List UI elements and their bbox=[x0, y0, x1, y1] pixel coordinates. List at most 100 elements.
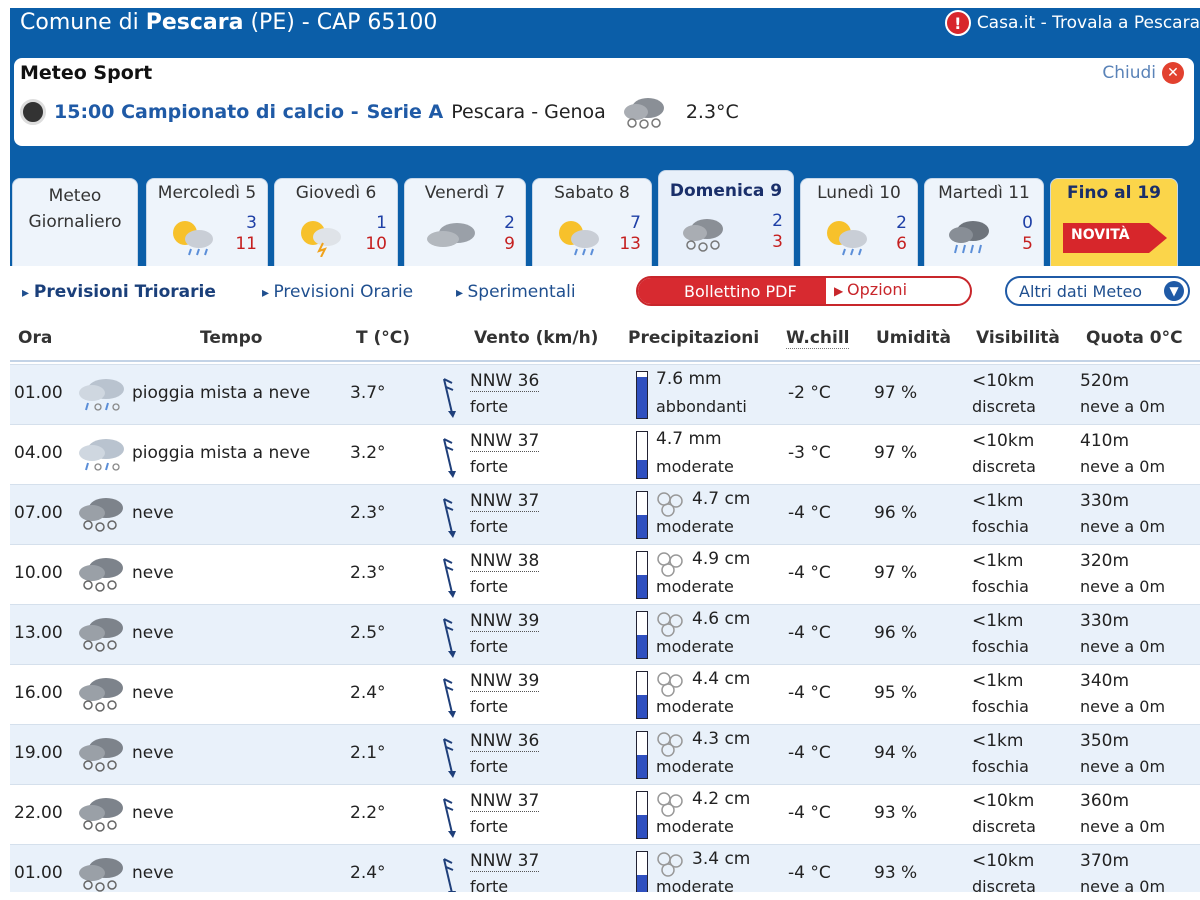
row-ora: 07.00 bbox=[14, 503, 63, 523]
table-row: 01.00 pioggia mista a neve 3.7° NNW 36 f… bbox=[10, 364, 1200, 424]
title-prefix: Comune di bbox=[20, 10, 146, 35]
row-vento-direzione[interactable]: NNW 37 bbox=[470, 491, 540, 512]
tab-max-temp: 6 bbox=[896, 234, 907, 254]
row-umidita: 96 % bbox=[874, 623, 918, 643]
match-teams: Pescara - Genoa bbox=[451, 101, 606, 123]
tab-min-temp: 3 bbox=[246, 213, 257, 233]
row-temperatura: 2.5° bbox=[350, 623, 386, 643]
col-umidita: Umidità bbox=[876, 328, 951, 348]
close-button[interactable]: Chiudi ✕ bbox=[1102, 62, 1184, 84]
row-quota-zero: 340m bbox=[1080, 671, 1130, 691]
link-sperimentali[interactable]: Sperimentali bbox=[456, 282, 575, 302]
row-temperatura: 2.4° bbox=[350, 863, 386, 883]
row-temperatura: 2.2° bbox=[350, 803, 386, 823]
table-row: 10.00 neve 2.3° NNW 38 forte 4.9 cm mode… bbox=[10, 544, 1200, 604]
day-tabs: Meteo Giornaliero Mercoledì 5 3 11 Gioved… bbox=[12, 170, 1200, 266]
table-header: Ora Tempo T (°C) Vento (km/h) Precipitaz… bbox=[10, 318, 1200, 362]
tab-min-temp: 7 bbox=[630, 213, 641, 233]
tab-temps: 23 bbox=[772, 211, 783, 253]
row-vento-direzione[interactable]: NNW 36 bbox=[470, 731, 540, 752]
row-vento-direzione[interactable]: NNW 38 bbox=[470, 551, 540, 572]
snowflake-icon bbox=[657, 552, 683, 577]
row-vento-forza: forte bbox=[470, 517, 509, 536]
tab-venerdi[interactable]: Venerdì 7 29 bbox=[404, 178, 526, 266]
novita-label: NOVITÀ bbox=[1071, 227, 1130, 243]
table-row: 01.00 neve 2.4° NNW 37 forte 3.4 cm mode… bbox=[10, 844, 1200, 892]
col-ora: Ora bbox=[18, 328, 53, 348]
tab-lunedi[interactable]: Lunedì 10 26 bbox=[800, 178, 918, 266]
tab-temps: 05 bbox=[1022, 213, 1033, 255]
tab-fino-al-19[interactable]: Fino al 19 NOVITÀ bbox=[1050, 178, 1178, 266]
snow-cloud-icon bbox=[79, 618, 123, 652]
table-row: 07.00 neve 2.3° NNW 37 forte 4.7 cm mode… bbox=[10, 484, 1200, 544]
row-vento-direzione[interactable]: NNW 39 bbox=[470, 611, 540, 632]
casa-link[interactable]: ! Casa.it - Trovala a Pescara bbox=[944, 10, 1200, 36]
wind-arrow-icon bbox=[443, 378, 456, 418]
row-tempo: neve bbox=[132, 803, 174, 823]
snow-cloud-icon bbox=[79, 558, 123, 592]
row-umidita: 97 % bbox=[874, 443, 918, 463]
snow-cloud-icon bbox=[79, 678, 123, 712]
row-vento-forza: forte bbox=[470, 817, 509, 836]
table-row: 04.00 pioggia mista a neve 3.2° NNW 37 f… bbox=[10, 424, 1200, 484]
col-precipitazioni: Precipitazioni bbox=[628, 328, 760, 348]
row-precipitazioni: 4.4 cm bbox=[692, 669, 751, 689]
row-visibilita-desc: foschia bbox=[972, 517, 1029, 536]
row-quota-zero: 330m bbox=[1080, 611, 1130, 631]
header: Comune di Pescara (PE) - CAP 65100 ! Cas… bbox=[10, 8, 1200, 54]
row-visibilita: <10km bbox=[972, 791, 1035, 811]
row-visibilita-desc: discreta bbox=[972, 397, 1036, 416]
row-temperatura: 2.1° bbox=[350, 743, 386, 763]
row-precip-intensita: moderate bbox=[656, 577, 734, 596]
tab-giovedi[interactable]: Giovedì 6 1 10 bbox=[274, 178, 398, 266]
close-label: Chiudi bbox=[1102, 63, 1156, 83]
link-previsioni-triorarie[interactable]: Previsioni Triorarie bbox=[22, 282, 216, 302]
row-vento-direzione[interactable]: NNW 37 bbox=[470, 431, 540, 452]
row-vento-direzione[interactable]: NNW 37 bbox=[470, 791, 540, 812]
tab-max-temp: 10 bbox=[365, 234, 387, 254]
tab-mercoledi[interactable]: Mercoledì 5 3 11 bbox=[146, 178, 268, 266]
snow-cloud-icon bbox=[79, 498, 123, 532]
tab-martedi[interactable]: Martedì 11 05 bbox=[924, 178, 1044, 266]
row-tempo: neve bbox=[132, 563, 174, 583]
row-quota-neve: neve a 0m bbox=[1080, 517, 1166, 536]
row-vento-forza: forte bbox=[470, 577, 509, 596]
row-vento-direzione[interactable]: NNW 37 bbox=[470, 851, 540, 872]
bollettino-pdf-button[interactable]: Bollettino PDF bbox=[638, 278, 826, 304]
row-visibilita: <10km bbox=[972, 851, 1035, 871]
match-info[interactable]: 15:00 Campionato di calcio - Serie A Pes… bbox=[20, 94, 739, 130]
row-quota-zero: 410m bbox=[1080, 431, 1130, 451]
precip-bar bbox=[636, 791, 648, 839]
row-tempo: neve bbox=[132, 623, 174, 643]
row-ora: 04.00 bbox=[14, 443, 63, 463]
row-quota-zero: 350m bbox=[1080, 731, 1130, 751]
tab-meteo-giornaliero[interactable]: Meteo Giornaliero bbox=[12, 178, 138, 266]
row-precip-intensita: moderate bbox=[656, 817, 734, 836]
tab-max-temp: 13 bbox=[619, 234, 641, 254]
row-visibilita-desc: foschia bbox=[972, 637, 1029, 656]
opzioni-button[interactable]: Opzioni bbox=[834, 280, 907, 299]
row-vento-direzione[interactable]: NNW 36 bbox=[470, 371, 540, 392]
row-visibilita: <1km bbox=[972, 491, 1024, 511]
row-vento-forza: forte bbox=[470, 697, 509, 716]
row-wind-chill: -4 °C bbox=[788, 743, 831, 763]
link-previsioni-orarie[interactable]: Previsioni Orarie bbox=[262, 282, 413, 302]
tab-sabato[interactable]: Sabato 8 7 13 bbox=[532, 178, 652, 266]
wind-arrow-icon bbox=[443, 678, 456, 718]
row-umidita: 93 % bbox=[874, 863, 918, 883]
row-precipitazioni: 7.6 mm bbox=[656, 369, 722, 389]
tab-domenica[interactable]: Domenica 9 23 bbox=[658, 170, 794, 266]
row-vento-direzione[interactable]: NNW 39 bbox=[470, 671, 540, 692]
row-quota-zero: 520m bbox=[1080, 371, 1130, 391]
row-precip-intensita: moderate bbox=[656, 517, 734, 536]
row-umidita: 95 % bbox=[874, 683, 918, 703]
altri-dati-button[interactable]: Altri dati Meteo ▼ bbox=[1005, 276, 1190, 306]
tab-temps: 7 13 bbox=[619, 213, 641, 255]
close-icon: ✕ bbox=[1162, 62, 1184, 84]
match-temp: 2.3°C bbox=[685, 101, 739, 123]
row-visibilita: <10km bbox=[972, 431, 1035, 451]
table-row: 13.00 neve 2.5° NNW 39 forte 4.6 cm mode… bbox=[10, 604, 1200, 664]
row-precipitazioni: 4.6 cm bbox=[692, 609, 751, 629]
tab-min-temp: 1 bbox=[376, 213, 387, 233]
row-quota-zero: 360m bbox=[1080, 791, 1130, 811]
